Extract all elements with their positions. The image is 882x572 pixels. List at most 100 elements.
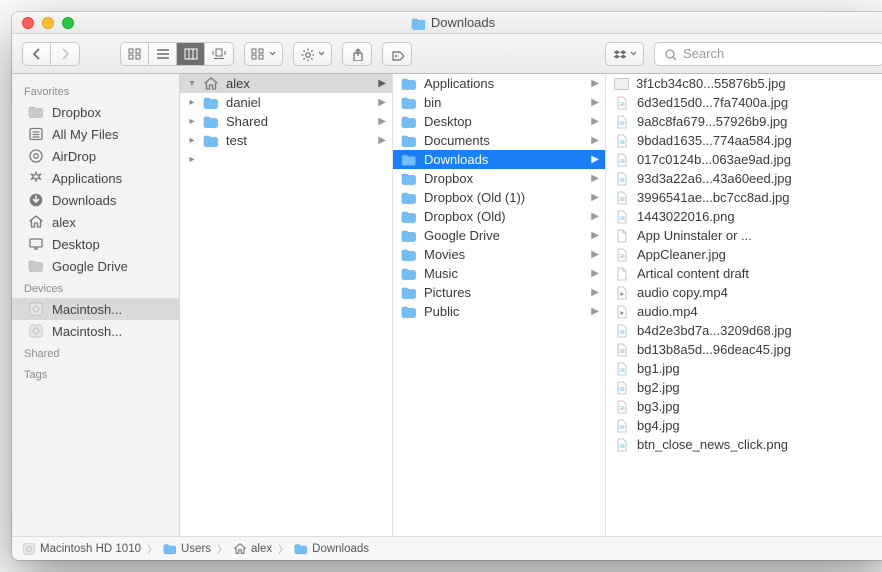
column-row[interactable]: Dropbox▶ [393,169,605,188]
disclosure-triangle[interactable]: ▾ [188,78,196,89]
column-row[interactable]: ▸ test ▶ [180,131,392,150]
column-row[interactable]: Movies▶ [393,245,605,264]
applications-icon [28,170,44,186]
close-window-button[interactable] [22,17,34,29]
column-row[interactable]: AppCleaner.jpg [606,245,882,264]
zoom-window-button[interactable] [62,17,74,29]
column-row[interactable]: Dropbox (Old)▶ [393,207,605,226]
column-row[interactable]: Public▶ [393,302,605,321]
column-row[interactable]: bg3.jpg [606,397,882,416]
arrange-button[interactable] [244,42,283,66]
toolbar: Search [12,34,882,74]
column-row[interactable]: ▸Shared▶ [180,112,392,131]
home-icon [233,542,247,556]
sidebar-item-dropbox[interactable]: Dropbox [12,101,179,123]
list-view-icon [156,48,170,60]
dropbox-button[interactable] [605,42,644,66]
column-3[interactable]: 3f1cb34c80...55876b5.jpg 6d3ed15d0...7fa… [606,74,882,536]
path-segment[interactable]: Users [163,542,211,556]
column-row[interactable]: audio.mp4 [606,302,882,321]
column-row[interactable]: Dropbox (Old (1))▶ [393,188,605,207]
folder-icon [401,171,417,187]
sidebar-section-header: Shared [12,342,179,363]
column-row[interactable]: Music▶ [393,264,605,283]
row-label: test [226,133,247,148]
sidebar-item-all-my-files[interactable]: All My Files [12,123,179,145]
row-label: bin [424,95,441,110]
search-field[interactable]: Search [654,42,882,66]
column-row[interactable]: btn_close_news_click.png [606,435,882,454]
column-row[interactable]: App Uninstaler or ... [606,226,882,245]
row-label: 3996541ae...bc7cc8ad.jpg [637,190,790,205]
folder-icon [411,16,425,30]
row-label: bg1.jpg [637,361,680,376]
column-row[interactable]: Pictures▶ [393,283,605,302]
sidebar-item-macintosh-[interactable]: Macintosh... [12,298,179,320]
column-row[interactable]: Downloads▶ [393,150,605,169]
view-icon-button[interactable] [121,43,149,65]
minimize-window-button[interactable] [42,17,54,29]
column-row[interactable]: 1443022016.png [606,207,882,226]
column-row[interactable]: 3996541ae...bc7cc8ad.jpg [606,188,882,207]
media-icon [614,285,630,301]
view-list-button[interactable] [149,43,177,65]
doc-icon [614,266,630,282]
image-icon [614,437,630,453]
column-row[interactable]: Google Drive▶ [393,226,605,245]
sidebar-item-alex[interactable]: alex [12,211,179,233]
folder-icon [401,247,417,263]
action-button[interactable] [293,42,332,66]
has-children-arrow-icon: ▶ [378,135,386,146]
has-children-arrow-icon: ▶ [378,78,386,89]
column-row[interactable]: bg2.jpg [606,378,882,397]
back-button[interactable] [23,43,51,65]
view-coverflow-button[interactable] [205,43,233,65]
window-title: Downloads [12,15,882,30]
column-row[interactable]: bin▶ [393,93,605,112]
share-button[interactable] [342,42,372,66]
column-row[interactable]: bd13b8a5d...96deac45.jpg [606,340,882,359]
sidebar-item-macintosh-[interactable]: Macintosh... [12,320,179,342]
titlebar: Downloads [12,12,882,34]
row-label: Documents [424,133,490,148]
column-row[interactable]: Applications▶ [393,74,605,93]
column-row[interactable]: audio copy.mp4 [606,283,882,302]
view-column-button[interactable] [177,43,205,65]
path-segment[interactable]: alex [233,542,272,556]
sidebar-item-applications[interactable]: Applications [12,167,179,189]
column-row[interactable]: 93d3a22a6...43a60eed.jpg [606,169,882,188]
disclosure-triangle[interactable]: ▸ [188,116,196,127]
folder-icon [401,285,417,301]
column-row[interactable]: 6d3ed15d0...7fa7400a.jpg [606,93,882,112]
sidebar-item-desktop[interactable]: Desktop [12,233,179,255]
path-segment[interactable]: Macintosh HD 1010 [22,542,141,556]
column-row[interactable]: 017c0124b...063ae9ad.jpg [606,150,882,169]
column-row[interactable]: 3f1cb34c80...55876b5.jpg [606,74,882,93]
column-row[interactable]: b4d2e3bd7a...3209d68.jpg [606,321,882,340]
column-1[interactable]: ▾alex▶ ▸daniel▶ ▸Shared▶ ▸ test ▶ ▸ [180,74,393,536]
disclosure-triangle[interactable]: ▸ [188,135,196,146]
column-row[interactable]: Artical content draft [606,264,882,283]
sidebar-item-airdrop[interactable]: AirDrop [12,145,179,167]
tags-button[interactable] [382,42,412,66]
forward-button[interactable] [51,43,79,65]
sidebar-item-google-drive[interactable]: Google Drive [12,255,179,277]
disclosure-triangle[interactable]: ▸ [188,154,196,165]
column-row[interactable]: bg4.jpg [606,416,882,435]
disclosure-triangle[interactable]: ▸ [188,97,196,108]
column-2[interactable]: Applications▶ bin▶ Desktop▶ Documents▶ D… [393,74,606,536]
path-segment[interactable]: Downloads [294,542,369,556]
column-row[interactable]: ▸daniel▶ [180,93,392,112]
column-row[interactable]: ▾alex▶ [180,74,392,93]
image-icon [614,114,630,130]
column-row[interactable]: Documents▶ [393,131,605,150]
column-row[interactable]: Desktop▶ [393,112,605,131]
sidebar-item-downloads[interactable]: Downloads [12,189,179,211]
column-row[interactable]: 9bdad1635...774aa584.jpg [606,131,882,150]
column-row[interactable]: 9a8c8fa679...57926b9.jpg [606,112,882,131]
chevron-down-icon [269,51,276,56]
column-row[interactable]: bg1.jpg [606,359,882,378]
window-title-text: Downloads [431,15,495,30]
sidebar: Favorites Dropbox All My Files AirDrop A… [12,74,180,536]
row-label: 017c0124b...063ae9ad.jpg [637,152,791,167]
